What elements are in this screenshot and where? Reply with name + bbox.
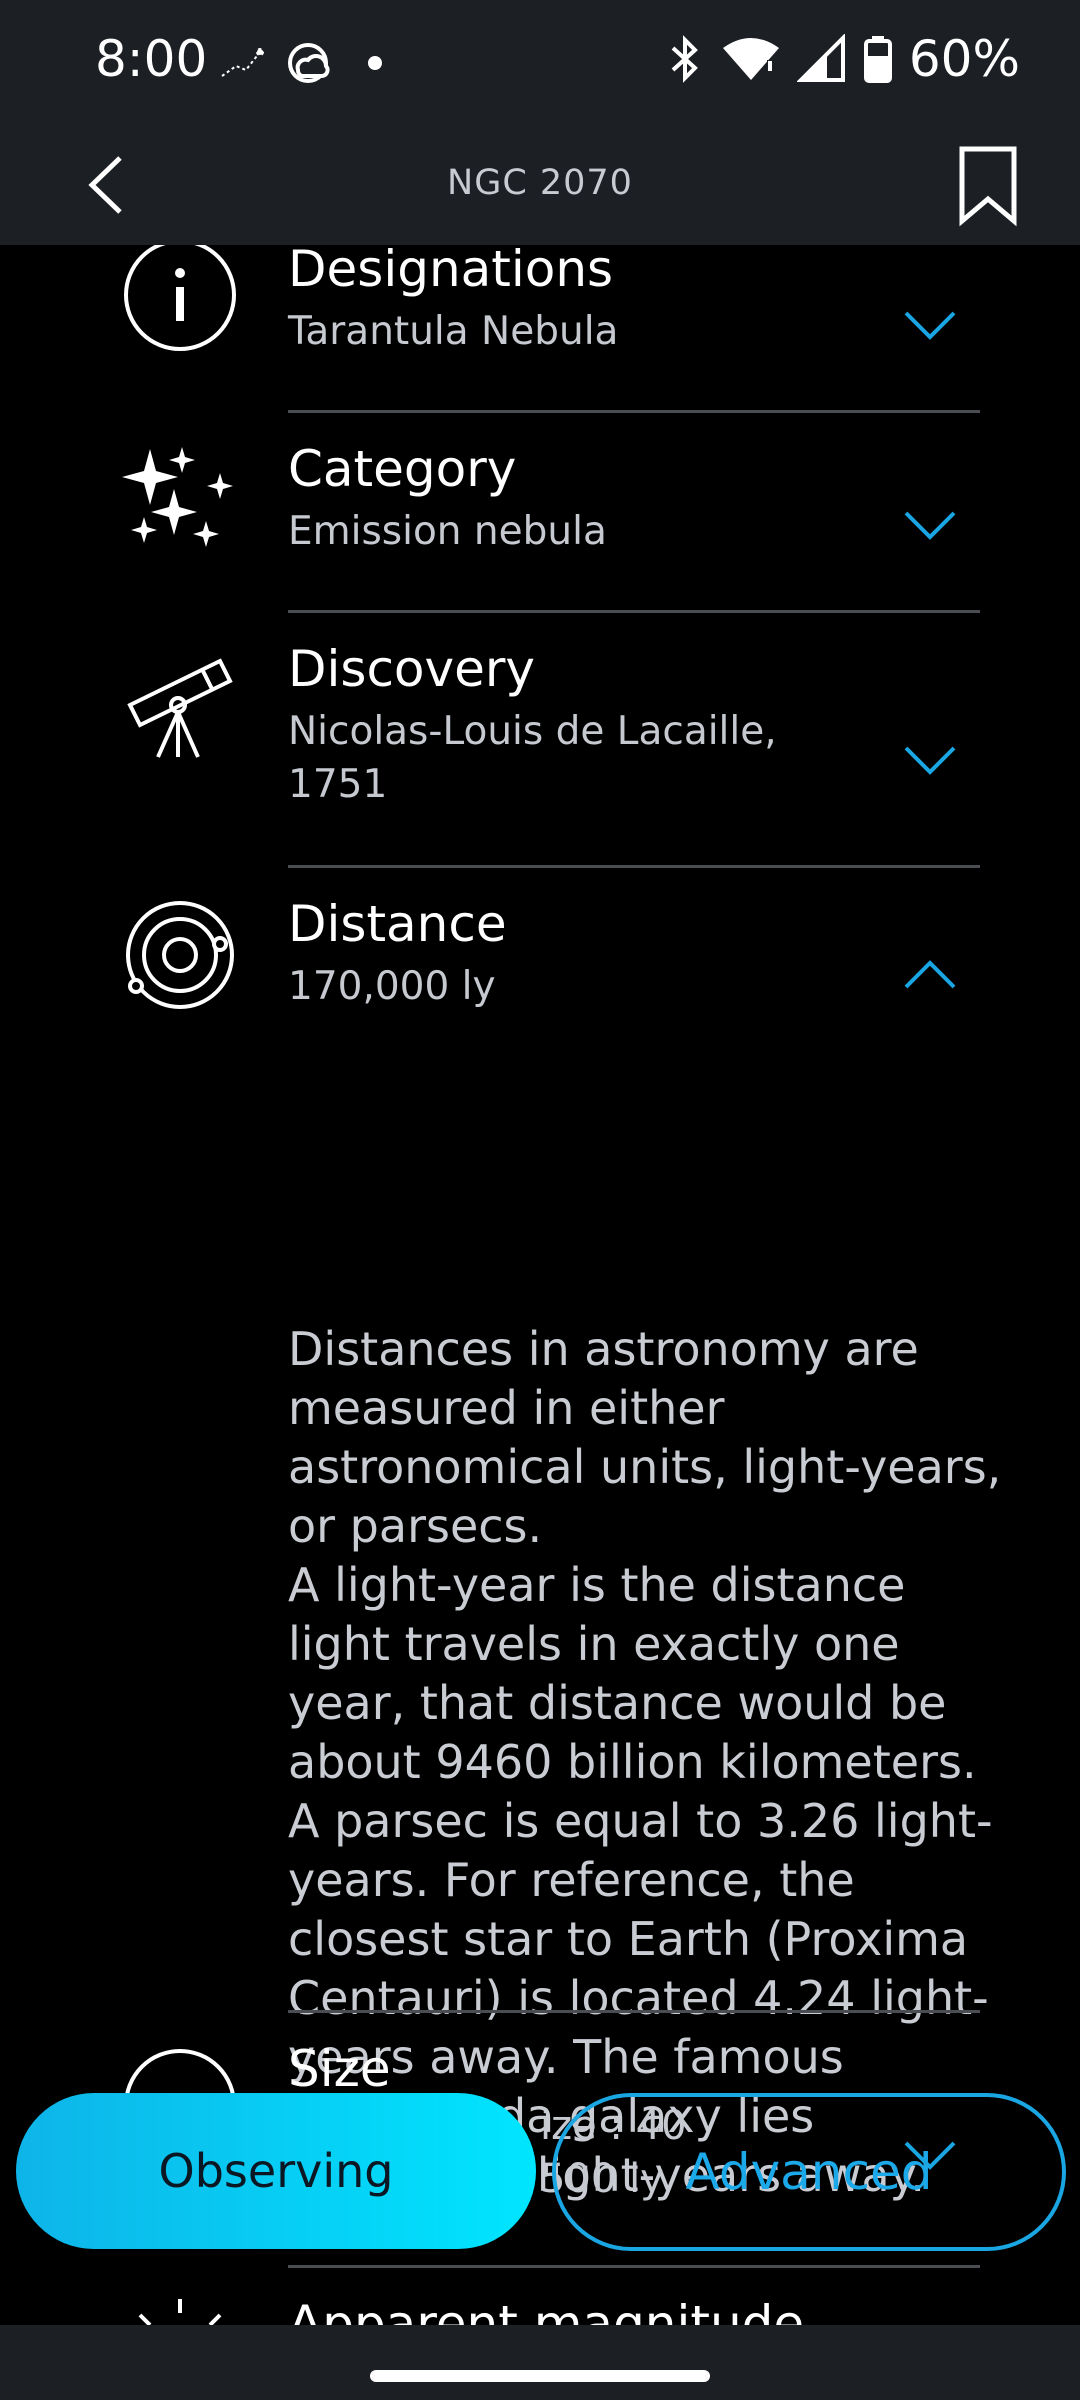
weather-icon bbox=[288, 43, 330, 83]
dot-icon bbox=[368, 56, 382, 70]
section-title: Designations bbox=[288, 245, 614, 298]
telescope-icon bbox=[127, 658, 233, 758]
status-left-icons bbox=[220, 38, 390, 92]
signal-icon bbox=[796, 34, 845, 82]
divider bbox=[288, 2265, 980, 2268]
chevron-down-icon[interactable] bbox=[900, 740, 960, 780]
section-title: Discovery bbox=[288, 640, 536, 698]
home-indicator[interactable] bbox=[370, 2370, 710, 2382]
section-value: Tarantula Nebula bbox=[288, 309, 619, 354]
section-title: Apparent magnitude bbox=[288, 2295, 805, 2325]
chevron-down-icon[interactable] bbox=[900, 305, 960, 345]
section-value: Nicolas-Louis de Lacaille, 1751 bbox=[288, 709, 777, 807]
bookmark-button[interactable] bbox=[946, 143, 1030, 227]
chevron-down-icon[interactable] bbox=[900, 2135, 960, 2175]
constellation-icon bbox=[221, 48, 264, 77]
section-value: Emission nebula bbox=[288, 509, 607, 554]
wifi-icon bbox=[722, 38, 779, 80]
section-title: Size bbox=[288, 2040, 391, 2098]
section-value: 170,000 ly bbox=[288, 964, 496, 1009]
status-right: 60% bbox=[665, 30, 1020, 88]
navigation-bar bbox=[0, 2325, 1080, 2400]
status-bar: 8:00 60% bbox=[0, 0, 1080, 125]
section-title: Distance bbox=[288, 895, 507, 953]
divider bbox=[288, 610, 980, 613]
app-header: NGC 2070 bbox=[0, 125, 1080, 245]
chevron-up-icon[interactable] bbox=[900, 955, 960, 995]
status-time: 8:00 bbox=[95, 30, 208, 88]
sparkles-icon bbox=[122, 447, 233, 547]
distance-description: Distances in astronomy are measured in e… bbox=[288, 1322, 1002, 2202]
sun-icon bbox=[138, 2299, 222, 2325]
battery-percent: 60% bbox=[908, 30, 1020, 88]
divider bbox=[288, 410, 980, 413]
page-title: NGC 2070 bbox=[447, 163, 633, 203]
info-icon bbox=[124, 245, 236, 351]
observing-button[interactable]: Observing bbox=[16, 2093, 536, 2249]
advanced-button[interactable]: Advanced bbox=[552, 2093, 1066, 2251]
orbit-icon bbox=[126, 901, 234, 1009]
bluetooth-icon bbox=[671, 35, 698, 83]
section-title: Category bbox=[288, 440, 517, 498]
chevron-down-icon[interactable] bbox=[900, 505, 960, 545]
battery-icon bbox=[863, 36, 892, 83]
bookmark-icon bbox=[959, 146, 1017, 227]
divider bbox=[288, 2010, 980, 2013]
divider bbox=[288, 865, 980, 868]
object-details[interactable]: Designations Tarantula Nebula Category E… bbox=[0, 245, 1080, 2325]
